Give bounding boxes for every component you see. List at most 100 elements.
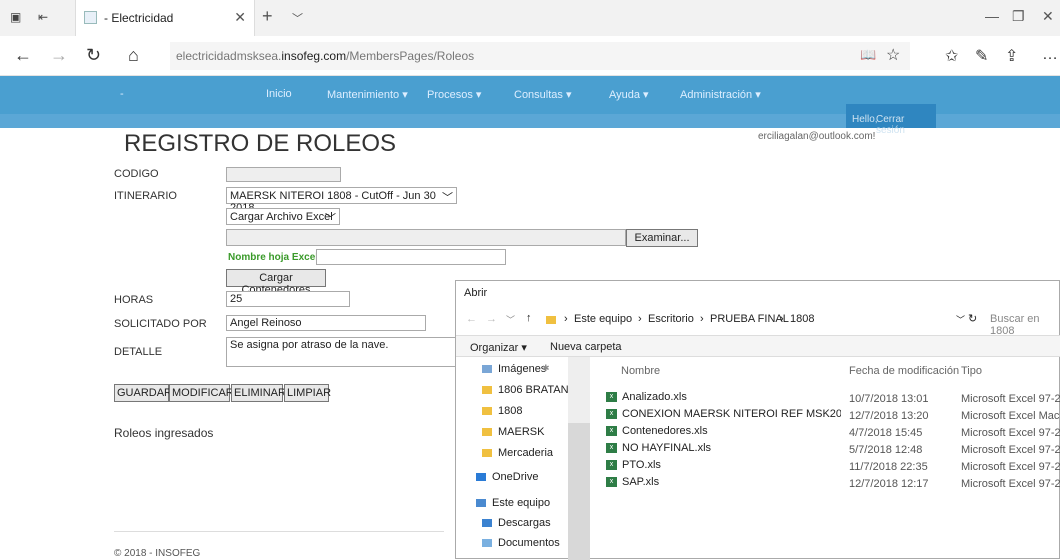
cargar-contenedores-button[interactable]: Cargar Contenedores (226, 269, 326, 296)
tree-item-onedrive[interactable]: OneDrive (476, 471, 538, 483)
path-este-equipo[interactable]: Este equipo (574, 313, 632, 325)
nav-consultas[interactable]: Consultas ▾ (514, 88, 572, 101)
tab-actions-icon[interactable]: ▣ (10, 10, 21, 24)
itinerario-label: ITINERARIO (114, 190, 177, 202)
reading-view-icon[interactable]: 📖 (860, 47, 876, 63)
address-bar[interactable]: electricidadmsksea.insofeg.com/MembersPa… (170, 42, 910, 70)
tree-item-1808[interactable]: 1808 (482, 405, 522, 417)
tree-item-maersk[interactable]: MAERSK (482, 426, 544, 438)
tree-item-mercaderia[interactable]: Mercaderia (482, 447, 553, 459)
close-window-icon[interactable]: ✕ (1042, 8, 1054, 25)
footer-text: © 2018 - INSOFEG (114, 548, 201, 559)
tab-aside-icon[interactable]: ⇤ (38, 10, 48, 24)
close-tab-icon[interactable]: ✕ (234, 9, 246, 26)
url-text: electricidadmsksea.insofeg.com/MembersPa… (176, 49, 474, 63)
cargar-excel-select[interactable]: Cargar Archivo Excel ﹀ (226, 208, 340, 225)
forward-icon[interactable]: → (486, 313, 497, 325)
codigo-input[interactable] (226, 167, 341, 182)
pen-notes-icon[interactable]: ✎ (975, 46, 988, 66)
tree-item-este-equipo[interactable]: Este equipo (476, 497, 550, 509)
tree-label: Mercaderia (498, 447, 554, 459)
new-tab-icon[interactable]: + (262, 6, 273, 27)
col-tipo[interactable]: Tipo (961, 365, 982, 377)
back-icon[interactable]: ← (14, 45, 32, 66)
file-path-input[interactable] (226, 229, 626, 246)
examinar-button[interactable]: Examinar... (626, 229, 698, 247)
tree-item-1806-bratan[interactable]: 1806 BRATAN (482, 384, 569, 396)
horas-input[interactable]: 25 (226, 291, 350, 307)
solicitado-label: SOLICITADO POR (114, 318, 207, 330)
logout-link[interactable]: Cerrar sesión (876, 114, 936, 136)
nueva-carpeta-button[interactable]: Nueva carpeta (550, 341, 622, 353)
nav-ayuda[interactable]: Ayuda ▾ (609, 88, 649, 101)
forward-icon[interactable]: → (50, 45, 68, 66)
refresh-icon[interactable]: ↻ (968, 312, 977, 325)
excel-file-icon: x (606, 392, 617, 403)
user-email: erciliagalan@outlook.com! (758, 131, 876, 142)
chevron-down-icon[interactable]: ﹀ (506, 313, 515, 326)
chevron-down-icon[interactable]: ﹀ (292, 10, 303, 26)
restore-icon[interactable]: ❐ (1012, 8, 1025, 25)
path-1808[interactable]: 1808 (790, 313, 814, 325)
guardar-button[interactable]: GUARDAR (114, 384, 172, 402)
modificar-button[interactable]: MODIFICAR (169, 384, 234, 402)
folder-icon (482, 386, 492, 395)
organizar-button[interactable]: Organizar ▾ (470, 341, 527, 354)
hoja-excel-input[interactable] (316, 249, 506, 265)
col-fecha[interactable]: Fecha de modificación (849, 365, 959, 377)
col-nombre[interactable]: Nombre (621, 365, 660, 377)
file-type: Microsoft Excel 97-2... (961, 461, 1060, 473)
tree-scroll-thumb[interactable] (568, 423, 590, 560)
tree-item-imagenes[interactable]: Imágenes (482, 363, 546, 375)
excel-file-icon: x (606, 477, 617, 488)
file-name: Analizado.xls (622, 391, 687, 403)
favorites-hub-icon[interactable]: ✩ (945, 46, 958, 66)
solicitado-input[interactable]: Angel Reinoso (226, 315, 426, 331)
minimize-icon[interactable]: — (985, 8, 999, 24)
file-row-name[interactable]: x NO HAYFINAL.xls (606, 442, 841, 454)
tree-item-descargas[interactable]: Descargas (482, 517, 551, 529)
favorite-star-icon[interactable]: ☆ (886, 45, 900, 65)
detalle-textarea[interactable]: Se asigna por atraso de la nave. (226, 337, 456, 367)
refresh-icon[interactable]: ↻ (86, 45, 101, 66)
tree-label: 1806 BRATAN (498, 384, 569, 396)
nav-inicio[interactable]: Inicio (266, 88, 292, 100)
up-icon[interactable]: ↑ (526, 312, 532, 324)
roleos-ingresados-label: Roleos ingresados (114, 426, 214, 440)
tree-item-documentos[interactable]: Documentos (482, 537, 560, 549)
file-type: Microsoft Excel 97-2... (961, 427, 1060, 439)
nav-administracion[interactable]: Administración ▾ (680, 88, 761, 101)
file-row-name[interactable]: x SAP.xls (606, 476, 841, 488)
file-date: 4/7/2018 15:45 (849, 427, 923, 439)
file-date: 12/7/2018 12:17 (849, 478, 929, 490)
file-row-name[interactable]: x PTO.xls (606, 459, 841, 471)
itinerario-select[interactable]: MAERSK NITEROI 1808 - CutOff - Jun 30 20… (226, 187, 457, 214)
excel-file-icon: x (606, 409, 617, 420)
file-row-name[interactable]: x CONEXION MAERSK NITEROI REF MSK201805..… (606, 408, 841, 420)
file-row-name[interactable]: x Contenedores.xls (606, 425, 841, 437)
nav-dash: - (120, 88, 124, 100)
browser-tab[interactable]: - Electricidad ✕ (75, 0, 255, 36)
nav-mantenimiento[interactable]: Mantenimiento ▾ (327, 88, 408, 101)
file-date: 10/7/2018 13:01 (849, 393, 929, 405)
nav-procesos[interactable]: Procesos ▾ (427, 88, 481, 101)
limpiar-button[interactable]: LIMPIAR (284, 384, 331, 402)
path-prueba-final[interactable]: PRUEBA FINAL (710, 313, 789, 325)
detalle-label: DETALLE (114, 346, 163, 358)
path-sep: › (638, 313, 642, 325)
more-icon[interactable]: … (1042, 46, 1058, 64)
back-icon[interactable]: ← (466, 313, 477, 325)
path-escritorio[interactable]: Escritorio (648, 313, 694, 325)
eliminar-button[interactable]: ELIMINAR (231, 384, 286, 402)
pin-icon: ✱ (542, 363, 550, 373)
share-icon[interactable]: ⇪ (1005, 46, 1018, 66)
tree-label: Descargas (498, 517, 551, 529)
hello-text: Hello, (852, 114, 878, 125)
home-icon[interactable]: ⌂ (128, 45, 139, 66)
file-row-name[interactable]: x Analizado.xls (606, 391, 841, 403)
dialog-search[interactable]: Buscar en 1808 (990, 313, 1060, 337)
chevron-down-icon: ﹀ (442, 192, 453, 204)
excel-file-icon: x (606, 426, 617, 437)
chevron-down-icon[interactable]: ﹀ (956, 313, 965, 326)
user-box: Hello, Cerrar sesión (846, 104, 936, 136)
